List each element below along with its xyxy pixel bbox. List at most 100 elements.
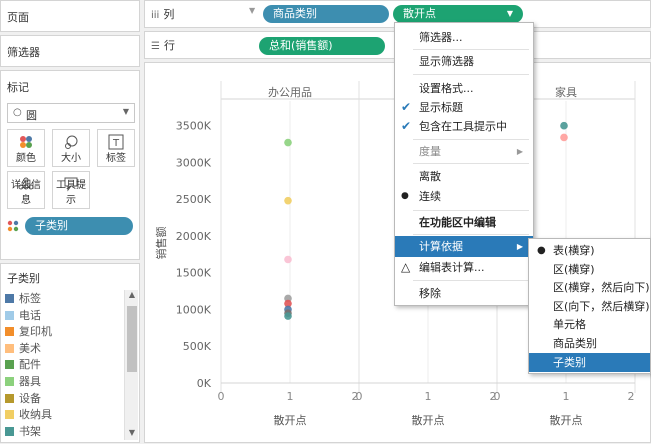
legend-item[interactable]: 配件 <box>5 356 41 373</box>
scroll-thumb[interactable] <box>127 306 137 372</box>
scroll-down-icon[interactable]: ▼ <box>125 428 139 440</box>
submenu-item-category[interactable]: 商品类别 <box>529 334 650 353</box>
menu-item-continuous[interactable]: ● 连续 <box>395 186 533 207</box>
detail-button[interactable]: 详细信息 <box>7 171 45 209</box>
legend-scrollbar[interactable]: ▲ ▼ <box>124 290 138 440</box>
sales-row-pill[interactable]: 总和(销售额) <box>259 37 385 55</box>
legend-item[interactable]: 设备 <box>5 390 41 407</box>
y-tick-label: 2500K <box>176 193 212 206</box>
legend-item[interactable]: 美术 <box>5 340 41 357</box>
scatter-point <box>560 121 568 130</box>
scatter-point <box>284 138 292 147</box>
size-button[interactable]: 大小 <box>52 129 90 167</box>
category-column-pill[interactable]: 商品类别 <box>263 5 389 23</box>
scroll-up-icon[interactable]: ▲ <box>125 290 139 302</box>
y-tick-label: 500K <box>183 340 212 353</box>
menu-item-label: 离散 <box>419 170 441 183</box>
legend-swatch <box>5 410 14 420</box>
menu-item-label: 设置格式... <box>419 82 474 95</box>
y-tick-label: 0K <box>197 377 212 390</box>
menu-item-label: 在功能区中编辑 <box>419 216 496 229</box>
menu-item-show-header[interactable]: ✔ 显示标题 <box>395 97 533 118</box>
x-tick-label: 1 <box>563 390 570 403</box>
pill-dropdown-icon[interactable]: ▼ <box>507 5 513 23</box>
legend-item[interactable]: 器具 <box>5 373 41 390</box>
mark-type-value: 圆 <box>26 109 37 122</box>
filters-panel[interactable]: 筛选器 <box>0 35 140 67</box>
menu-item-label: 计算依据 <box>419 240 463 253</box>
color-field-icon <box>7 220 19 232</box>
y-tick-label: 3000K <box>176 156 212 169</box>
legend-item[interactable]: 书架 <box>5 423 41 440</box>
filters-title: 筛选器 <box>7 46 40 59</box>
label-button[interactable]: T 标签 <box>97 129 135 167</box>
radio-dot-icon: ● <box>401 191 409 201</box>
menu-item-include-in-tooltip[interactable]: ✔ 包含在工具提示中 <box>395 116 533 137</box>
text-icon: T <box>108 134 124 150</box>
submenu-item-label: 区(向下，然后横穿) <box>553 299 650 313</box>
submenu-item-cell[interactable]: 单元格 <box>529 315 650 334</box>
scatter-point <box>284 196 292 205</box>
radio-dot-icon: ● <box>537 245 546 256</box>
legend-item[interactable]: 电话 <box>5 307 41 324</box>
detail-label: 详细信息 <box>11 180 41 206</box>
submenu-arrow-icon: ▶ <box>516 242 523 251</box>
legend-swatch <box>5 294 14 303</box>
menu-item-filter[interactable]: 筛选器... <box>395 27 533 48</box>
menu-item-remove[interactable]: 移除 <box>395 283 533 304</box>
submenu-item-subcategory[interactable]: 子类别 <box>529 352 650 372</box>
x-tick-label: 0 <box>218 390 225 403</box>
legend-label: 标签 <box>19 292 41 305</box>
submenu-item-pane-across-then-down[interactable]: 区(横穿，然后向下) <box>529 278 650 297</box>
subcategory-color-pill[interactable]: 子类别 <box>25 217 133 235</box>
menu-item-label: 移除 <box>419 287 441 300</box>
tooltip-label: 工具提示 <box>56 180 86 206</box>
legend-label: 器具 <box>19 375 41 388</box>
submenu-item-label: 区(横穿，然后向下) <box>553 281 650 295</box>
menu-item-label: 连续 <box>419 190 441 203</box>
columns-dropdown-icon[interactable]: ▼ <box>249 6 255 15</box>
scatter-point <box>560 133 568 142</box>
submenu-item-pane-down-then-across[interactable]: 区(向下，然后横穿) <box>529 297 650 316</box>
menu-item-edit-table-calc[interactable]: △ 编辑表计算... <box>395 257 533 278</box>
menu-item-discrete[interactable]: 离散 <box>395 166 533 187</box>
pages-title: 页面 <box>7 11 29 24</box>
submenu-item-table-across[interactable]: ● 表(横穿) <box>529 241 650 260</box>
legend-item[interactable]: 复印机 <box>5 323 52 340</box>
scatter-point <box>284 255 292 264</box>
legend-item[interactable]: 收纳具 <box>5 406 52 423</box>
legend-label: 电话 <box>19 308 41 322</box>
color-button[interactable]: 颜色 <box>7 129 45 167</box>
menu-item-measure[interactable]: 度量 ▶ <box>395 141 533 162</box>
rows-label-text: 行 <box>163 39 175 52</box>
y-tick-label: 1000K <box>176 303 212 316</box>
menu-separator <box>413 280 529 281</box>
color-icon <box>20 136 32 148</box>
menu-item-edit-in-shelf[interactable]: 在功能区中编辑 <box>395 212 533 233</box>
legend-item[interactable]: 标签 <box>5 290 41 307</box>
legend-title: 子类别 <box>7 272 40 285</box>
color-label: 颜色 <box>16 153 36 164</box>
scatter-point <box>284 312 292 320</box>
tooltip-button[interactable]: 工具提示 <box>52 171 90 209</box>
delta-icon: △ <box>401 260 411 274</box>
x-tick-label: 1 <box>425 390 432 403</box>
pages-panel[interactable]: 页面 <box>0 0 140 32</box>
submenu-item-label: 单元格 <box>553 318 586 332</box>
color-pill[interactable]: 子类别 <box>7 217 133 235</box>
chevron-down-icon: ▼ <box>122 107 129 116</box>
menu-item-format[interactable]: 设置格式... <box>395 78 533 99</box>
svg-text:T: T <box>112 138 120 149</box>
menu-item-show-filter[interactable]: 显示筛选器 <box>395 51 533 72</box>
legend-label: 配件 <box>19 358 41 372</box>
jitter-column-pill[interactable]: 散开点 ▼ <box>393 5 523 23</box>
menu-item-compute-using[interactable]: 计算依据 ▶ <box>395 236 533 257</box>
x-tick-label: 0 <box>356 390 363 403</box>
y-tick-label: 2000K <box>176 230 212 243</box>
mark-type-dropdown[interactable]: ○ 圆 ▼ <box>7 103 135 123</box>
submenu-item-label: 区(横穿) <box>553 262 595 276</box>
legend-label: 收纳具 <box>19 408 52 422</box>
submenu-item-label: 商品类别 <box>553 337 597 350</box>
y-axis-title: 销售额 <box>154 227 168 260</box>
submenu-item-pane-across[interactable]: 区(横穿) <box>529 260 650 279</box>
